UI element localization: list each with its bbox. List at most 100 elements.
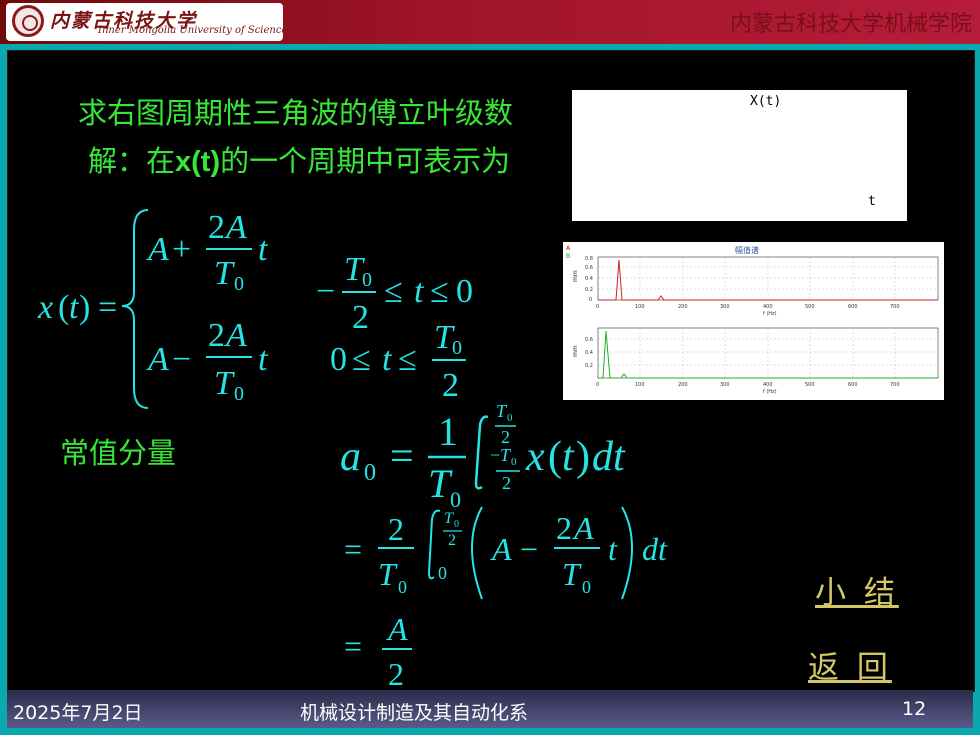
svg-text:−: − [490,445,500,465]
a0-formula: a0 = 1 T0 T0 2 − T0 2 x(t) dt = 2 T0 T0 … [340,401,668,690]
svg-text:0.6: 0.6 [585,265,593,271]
svg-text:A: A [386,611,408,647]
svg-text:2: 2 [501,427,510,447]
wave-title: X(t) [750,94,782,109]
solution-intro: 解：在x(t)的一个周期中可表示为 [88,138,510,180]
legend-b: B [566,253,570,260]
svg-text:−: − [172,341,191,378]
svg-text:0: 0 [511,456,517,468]
solution-intro-variable: x(t) [175,146,221,178]
svg-text:≤: ≤ [430,273,449,310]
svg-text:−: − [520,531,538,567]
svg-text:2: 2 [448,532,456,549]
svg-text:≤: ≤ [352,341,371,378]
svg-text:T: T [378,556,398,592]
svg-text:0: 0 [398,577,407,597]
svg-text:0.2: 0.2 [585,287,593,293]
svg-text:2: 2 [502,473,511,493]
footer-bar: 2025年7月2日 机械设计制造及其自动化系 12 [7,690,973,728]
svg-text:2: 2 [208,317,225,354]
svg-text:t: t [414,273,425,310]
svg-text:0: 0 [234,273,244,295]
svg-text:0: 0 [454,519,459,530]
svg-text:2: 2 [388,656,404,690]
svg-text:400: 400 [763,304,773,310]
svg-text:2: 2 [556,510,572,546]
solution-intro-prefix: 解：在 [88,144,176,178]
svg-text:dt: dt [642,531,668,567]
header-bar: 内蒙古科技大学 Inner Mongolia University of Sci… [0,0,980,44]
svg-text:dt: dt [592,434,626,480]
svg-text:0: 0 [362,269,372,291]
problem-title: 求右图周期性三角波的傅立叶级数 [78,96,514,130]
logo-english-text: Inner Mongolia University of Science & T… [98,25,283,36]
svg-text:500: 500 [805,382,815,388]
svg-text:0: 0 [582,577,591,597]
svg-text:a: a [340,434,361,480]
svg-text:=: = [390,434,414,480]
svg-text:2: 2 [208,209,225,246]
top-xlabel: f (Hz) [763,311,777,317]
wave-x-label: t [868,194,876,209]
bottom-xlabel: f (Hz) [763,389,777,395]
svg-text:T: T [214,255,235,292]
top-xticks: 0 100 200 300 400 500 600 700 [596,304,900,310]
svg-text:0: 0 [452,337,462,359]
svg-text:x: x [525,434,545,480]
svg-text:t: t [608,531,618,567]
svg-text:500: 500 [805,304,815,310]
university-logo: 内蒙古科技大学 Inner Mongolia University of Sci… [6,3,283,41]
svg-text:600: 600 [848,382,858,388]
svg-text:0.6: 0.6 [585,337,593,343]
svg-text:100: 100 [635,382,645,388]
svg-text:t: t [382,341,393,378]
svg-text:A: A [490,531,512,567]
svg-text:T: T [562,556,582,592]
svg-text:0: 0 [438,563,447,583]
svg-text:): ) [79,289,90,326]
amplitude-spectrum-figure: A B 幅值谱 0.8 0.6 0.4 0.2 0 mm 0 100 200 300… [563,242,944,400]
svg-text:600: 600 [848,304,858,310]
back-link[interactable]: 返 回 [808,642,892,687]
svg-text:−: − [316,273,335,310]
svg-text:T: T [214,365,235,402]
svg-text:400: 400 [763,382,773,388]
svg-text:A: A [572,510,594,546]
svg-text:100: 100 [635,304,645,310]
svg-text:300: 300 [720,304,730,310]
piecewise-formula: x (t) = A + 2A T0 t − T0 2 ≤ t ≤0 A − 2A T0 … [37,209,473,409]
svg-text:2: 2 [388,511,404,547]
svg-text:t: t [258,341,269,378]
svg-text:(: ( [58,289,69,326]
svg-text:≤: ≤ [398,341,417,378]
svg-text:A: A [224,209,247,246]
svg-text:0.8: 0.8 [585,256,593,262]
svg-text:0: 0 [589,297,592,303]
footer-department: 机械设计制造及其自动化系 [300,702,529,724]
svg-text:0: 0 [456,273,473,310]
svg-text:200: 200 [678,304,688,310]
svg-text:A: A [224,317,247,354]
legend-a: A [566,245,571,252]
svg-text:0: 0 [507,412,513,424]
svg-text:200: 200 [678,382,688,388]
college-name: 内蒙古科技大学机械学院 [729,12,972,37]
solution-intro-suffix: 的一个周期中可表示为 [220,144,511,178]
footer-date: 2025年7月2日 [13,702,143,724]
summary-link[interactable]: 小 结 [815,567,899,612]
svg-text:0: 0 [450,487,461,512]
svg-text:1: 1 [438,409,458,454]
svg-text:0: 0 [330,341,347,378]
svg-text:300: 300 [720,382,730,388]
svg-text:=: = [344,531,362,567]
svg-text:): ) [576,434,590,480]
svg-text:700: 700 [890,304,900,310]
svg-text:A: A [146,341,169,378]
top-yticks: 0.8 0.6 0.4 0.2 0 [585,256,593,303]
svg-text:T: T [444,510,454,527]
dc-component-label: 常值分量 [60,436,177,470]
svg-text:0.2: 0.2 [585,363,593,369]
bottom-xticks: 0 100 200 300 400 500 600 700 [596,382,900,388]
svg-text:+: + [172,231,191,268]
svg-text:0.4: 0.4 [585,276,593,282]
